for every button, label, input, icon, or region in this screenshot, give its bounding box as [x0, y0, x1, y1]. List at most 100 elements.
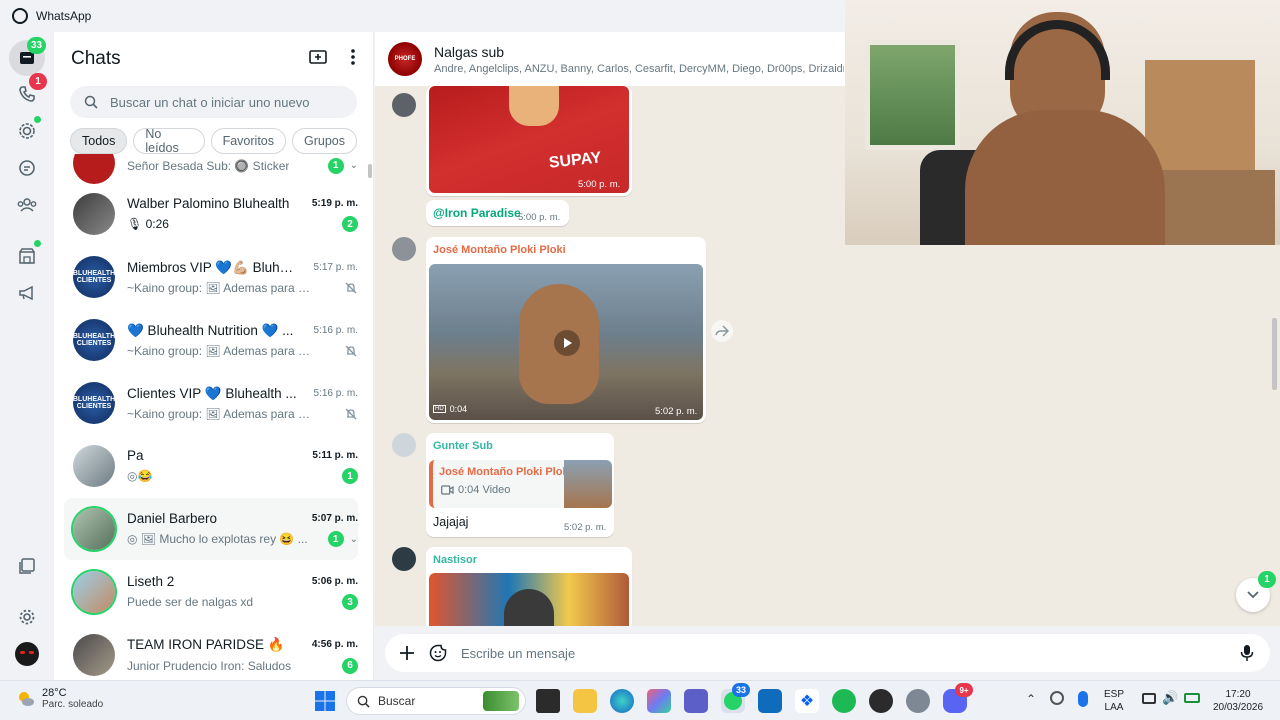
forward-button[interactable]: [711, 320, 733, 342]
filter-chips: Todos No leídos Favoritos Grupos: [54, 118, 373, 155]
sticker-icon[interactable]: [429, 644, 447, 662]
chat-name: Walber Palomino Bluhealth: [127, 196, 290, 211]
mention-link[interactable]: @Iron Paradise: [433, 206, 521, 220]
chat-item[interactable]: Daniel Barbero 5:07 p. m. ◎ 🖼 Mucho lo ex…: [64, 498, 358, 560]
play-icon: [564, 338, 572, 348]
chat-item[interactable]: Liseth 2 5:06 p. m. Puede ser de nalgas x…: [64, 561, 358, 623]
video-message[interactable]: José Montaño Ploki Ploki HD 0:04 5:02 p. …: [426, 237, 706, 423]
unread-count: 1: [327, 157, 344, 174]
chat-item[interactable]: Walber Palomino Bluhealth 5:19 p. m. 🎙 0:…: [64, 183, 358, 245]
scroll-down-button[interactable]: 1: [1236, 571, 1276, 612]
webcam-person-body: [965, 110, 1165, 245]
copilot-icon[interactable]: [647, 689, 671, 713]
calls-badge: 1: [29, 73, 47, 90]
hd-icon: HD: [433, 405, 446, 413]
image-shirt-text: SUPAY: [548, 149, 603, 172]
filter-unread[interactable]: No leídos: [133, 127, 205, 155]
conversation-scrollbar[interactable]: [1272, 318, 1277, 390]
image-hand: [509, 86, 559, 126]
message-sender[interactable]: José Montaño Ploki Ploki: [433, 244, 566, 256]
group-avatar: PHOFE: [388, 42, 422, 76]
forward-icon: [715, 325, 729, 337]
volume-icon[interactable]: 🔊: [1162, 690, 1178, 706]
chat-item[interactable]: Pa 5:11 p. m. ◎😂 1: [64, 435, 358, 497]
plus-icon[interactable]: [399, 645, 415, 661]
status-nav-button[interactable]: [9, 113, 45, 149]
search-input[interactable]: Buscar un chat o iniciar uno nuevo: [70, 86, 357, 118]
file-explorer-icon[interactable]: [573, 689, 597, 713]
image-message[interactable]: Nastisor: [426, 547, 632, 627]
text-message[interactable]: @Iron Paradise 5:00 p. m.: [426, 200, 569, 226]
filter-favorites[interactable]: Favoritos: [210, 128, 286, 154]
profile-button[interactable]: [9, 636, 45, 672]
voice-duration: 0:26: [145, 217, 169, 231]
whatsapp-taskbar-icon[interactable]: 33: [721, 683, 751, 713]
chat-item[interactable]: BLUHEALTH CLIENTES Clientes VIP 💙 Bluheal…: [64, 372, 358, 434]
media-nav-button[interactable]: [9, 548, 45, 584]
settings-nav-button[interactable]: [9, 599, 45, 635]
quoted-message[interactable]: José Montaño Ploki Ploki 0:04 Video: [429, 460, 612, 508]
store-icon[interactable]: [758, 689, 782, 713]
message-sender[interactable]: Gunter Sub: [433, 440, 493, 452]
spotify-icon[interactable]: [832, 689, 856, 713]
onedrive-status-icon[interactable]: [1050, 691, 1064, 705]
teams-icon[interactable]: [684, 689, 708, 713]
discord-icon[interactable]: 9+: [943, 683, 973, 713]
reply-message[interactable]: Gunter Sub José Montaño Ploki Ploki 0:04…: [426, 433, 614, 537]
message-video[interactable]: HD 0:04 5:02 p. m.: [429, 264, 703, 420]
clock[interactable]: 17:20 20/03/2026: [1210, 688, 1266, 714]
chats-nav-button[interactable]: 33: [9, 37, 47, 76]
status-dot: [34, 116, 41, 123]
battery-icon[interactable]: [1184, 693, 1200, 703]
menu-button[interactable]: [350, 48, 356, 71]
channels-nav-button[interactable]: [9, 150, 45, 186]
network-icon[interactable]: [1142, 693, 1156, 704]
dropbox-icon[interactable]: ❖: [795, 689, 819, 713]
chat-avatar: [73, 634, 115, 676]
advertise-nav-button[interactable]: [9, 275, 45, 311]
chat-item[interactable]: TEAM IRON PARIDSE 🔥 4:56 p. m. Junior Pru…: [64, 624, 358, 680]
profile-avatar: [15, 642, 39, 666]
tray-chevron-up-icon[interactable]: ⌃: [1026, 692, 1036, 706]
chat-avatar: [73, 193, 115, 235]
edge-browser-icon[interactable]: [610, 689, 634, 713]
filter-groups[interactable]: Grupos: [292, 128, 357, 154]
quoted-content: 0:04 Video: [441, 484, 510, 496]
store-icon: [19, 248, 35, 264]
status-icon: [19, 123, 35, 139]
taskbar-search[interactable]: Buscar: [346, 687, 526, 715]
message-image[interactable]: [429, 573, 629, 627]
sender-avatar: [392, 547, 416, 571]
language-indicator[interactable]: ESP LAA: [1104, 688, 1124, 714]
quoted-sender: José Montaño Ploki Ploki: [439, 466, 572, 478]
calls-nav-button[interactable]: 1: [9, 73, 47, 112]
weather-widget[interactable]: 28°C Parc. soleado: [16, 687, 103, 710]
gallery-icon: [19, 558, 35, 574]
image-message[interactable]: SUPAY 5:00 p. m.: [426, 86, 632, 196]
sidebar-scrollbar[interactable]: [368, 164, 372, 178]
communities-nav-button[interactable]: [9, 187, 45, 223]
microphone-tray-icon[interactable]: [1078, 691, 1088, 707]
message-sender[interactable]: Nastisor: [433, 554, 477, 566]
obs-icon[interactable]: [869, 689, 893, 713]
task-view-icon[interactable]: [536, 689, 560, 713]
chat-time: 4:56 p. m.: [311, 639, 358, 650]
chat-item[interactable]: BLUHEALTH CLIENTES 💙 Bluhealth Nutrition …: [64, 309, 358, 371]
message-image[interactable]: SUPAY: [429, 86, 629, 193]
microphone-icon: 🎙: [127, 217, 143, 231]
chat-preview: 🎙 0:26: [127, 217, 169, 231]
more-vertical-icon: [351, 48, 355, 65]
business-tools-nav-button[interactable]: [9, 238, 45, 274]
chat-item[interactable]: BLUHEALTH CLIENTES Miembros VIP 💙💪🏼 Bluhe…: [64, 246, 358, 308]
message-input[interactable]: Escribe un mensaje: [385, 634, 1270, 672]
settings-taskbar-icon[interactable]: [906, 689, 930, 713]
conversation-header[interactable]: PHOFE Nalgas sub Andre, Angelclips, ANZU…: [375, 32, 845, 86]
chevron-down-icon[interactable]: ⌄: [350, 534, 358, 545]
new-chat-icon: [309, 49, 327, 64]
filter-all[interactable]: Todos: [70, 128, 128, 154]
message-time: 5:00 p. m.: [578, 179, 621, 190]
new-chat-button[interactable]: [308, 47, 328, 72]
play-button[interactable]: [554, 330, 580, 356]
windows-start-icon[interactable]: [313, 689, 337, 713]
microphone-icon[interactable]: [1240, 644, 1254, 662]
